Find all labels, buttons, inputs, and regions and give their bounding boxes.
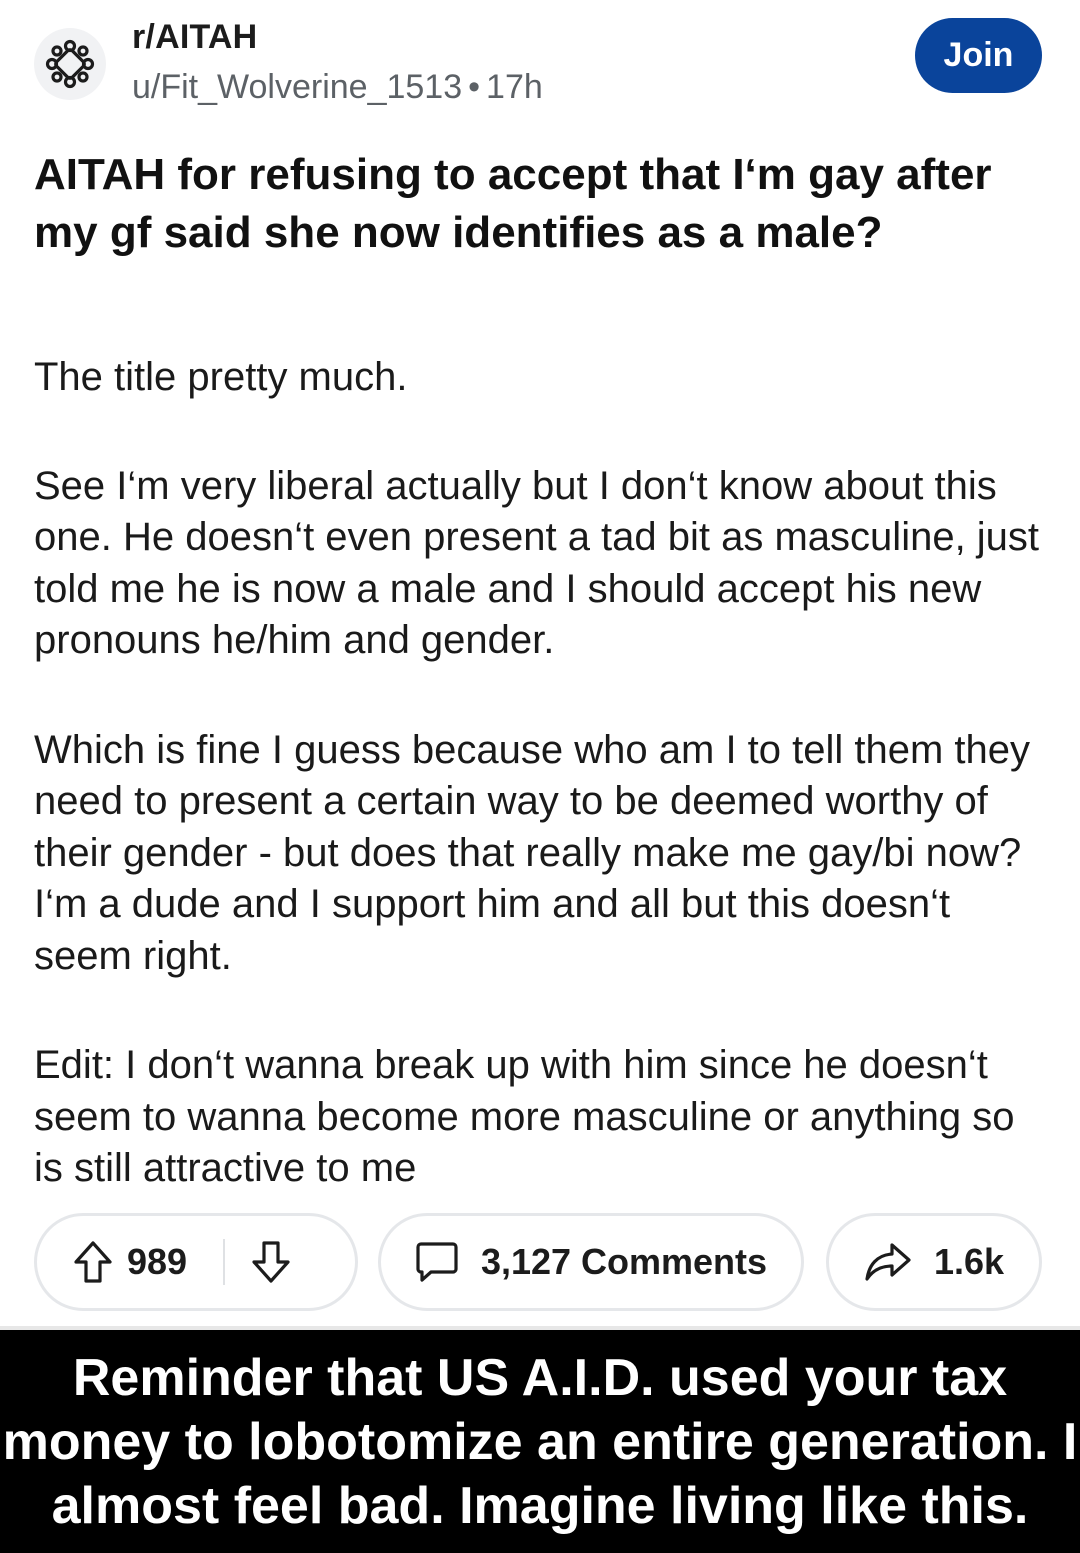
vote-pill: 989 [34, 1213, 358, 1311]
subreddit-avatar[interactable] [34, 28, 106, 100]
share-arrow-icon [864, 1241, 912, 1283]
body-paragraph: See I‘m very liberal actually but I don‘… [34, 463, 1040, 663]
comment-bubble-icon [415, 1240, 459, 1284]
subreddit-name[interactable]: r/AITAH [132, 18, 257, 57]
body-paragraph: Edit: I don‘t wanna break up with him si… [34, 1043, 1015, 1190]
meta-separator: • [468, 68, 481, 106]
share-button[interactable]: 1.6k [826, 1213, 1042, 1311]
body-paragraph: The title pretty much. [34, 355, 408, 399]
vote-divider [223, 1239, 226, 1285]
arrow-down-icon[interactable] [251, 1240, 291, 1284]
comments-button[interactable]: 3,127 Comments [378, 1213, 804, 1311]
post-header: r/AITAH u/Fit_Wolverine_1513 • 17h Join [34, 18, 1046, 108]
post-body: The title pretty much. See I‘m very libe… [34, 352, 1054, 1253]
post-title[interactable]: AITAH for refusing to accept that I‘m ga… [34, 146, 1044, 262]
arrow-up-icon[interactable] [73, 1240, 113, 1284]
reddit-post: r/AITAH u/Fit_Wolverine_1513 • 17h Join AI… [0, 0, 1080, 1328]
join-button[interactable]: Join [915, 18, 1042, 93]
post-age: 17h [486, 68, 543, 106]
author-name[interactable]: u/Fit_Wolverine_1513 [132, 68, 462, 106]
body-paragraph: Which is fine I guess because who am I t… [34, 727, 1031, 978]
share-count: 1.6k [933, 1241, 1005, 1282]
post-meta: u/Fit_Wolverine_1513 • 17h [132, 68, 543, 107]
vote-count: 989 [127, 1241, 188, 1282]
meme-caption: Reminder that US A.I.D. used your tax mo… [0, 1330, 1080, 1553]
comments-count: 3,127 Comments [480, 1241, 768, 1282]
subreddit-flower-icon [45, 39, 95, 89]
post-actions-bar: 989 3,127 Comments 1.6k [34, 1213, 1042, 1311]
